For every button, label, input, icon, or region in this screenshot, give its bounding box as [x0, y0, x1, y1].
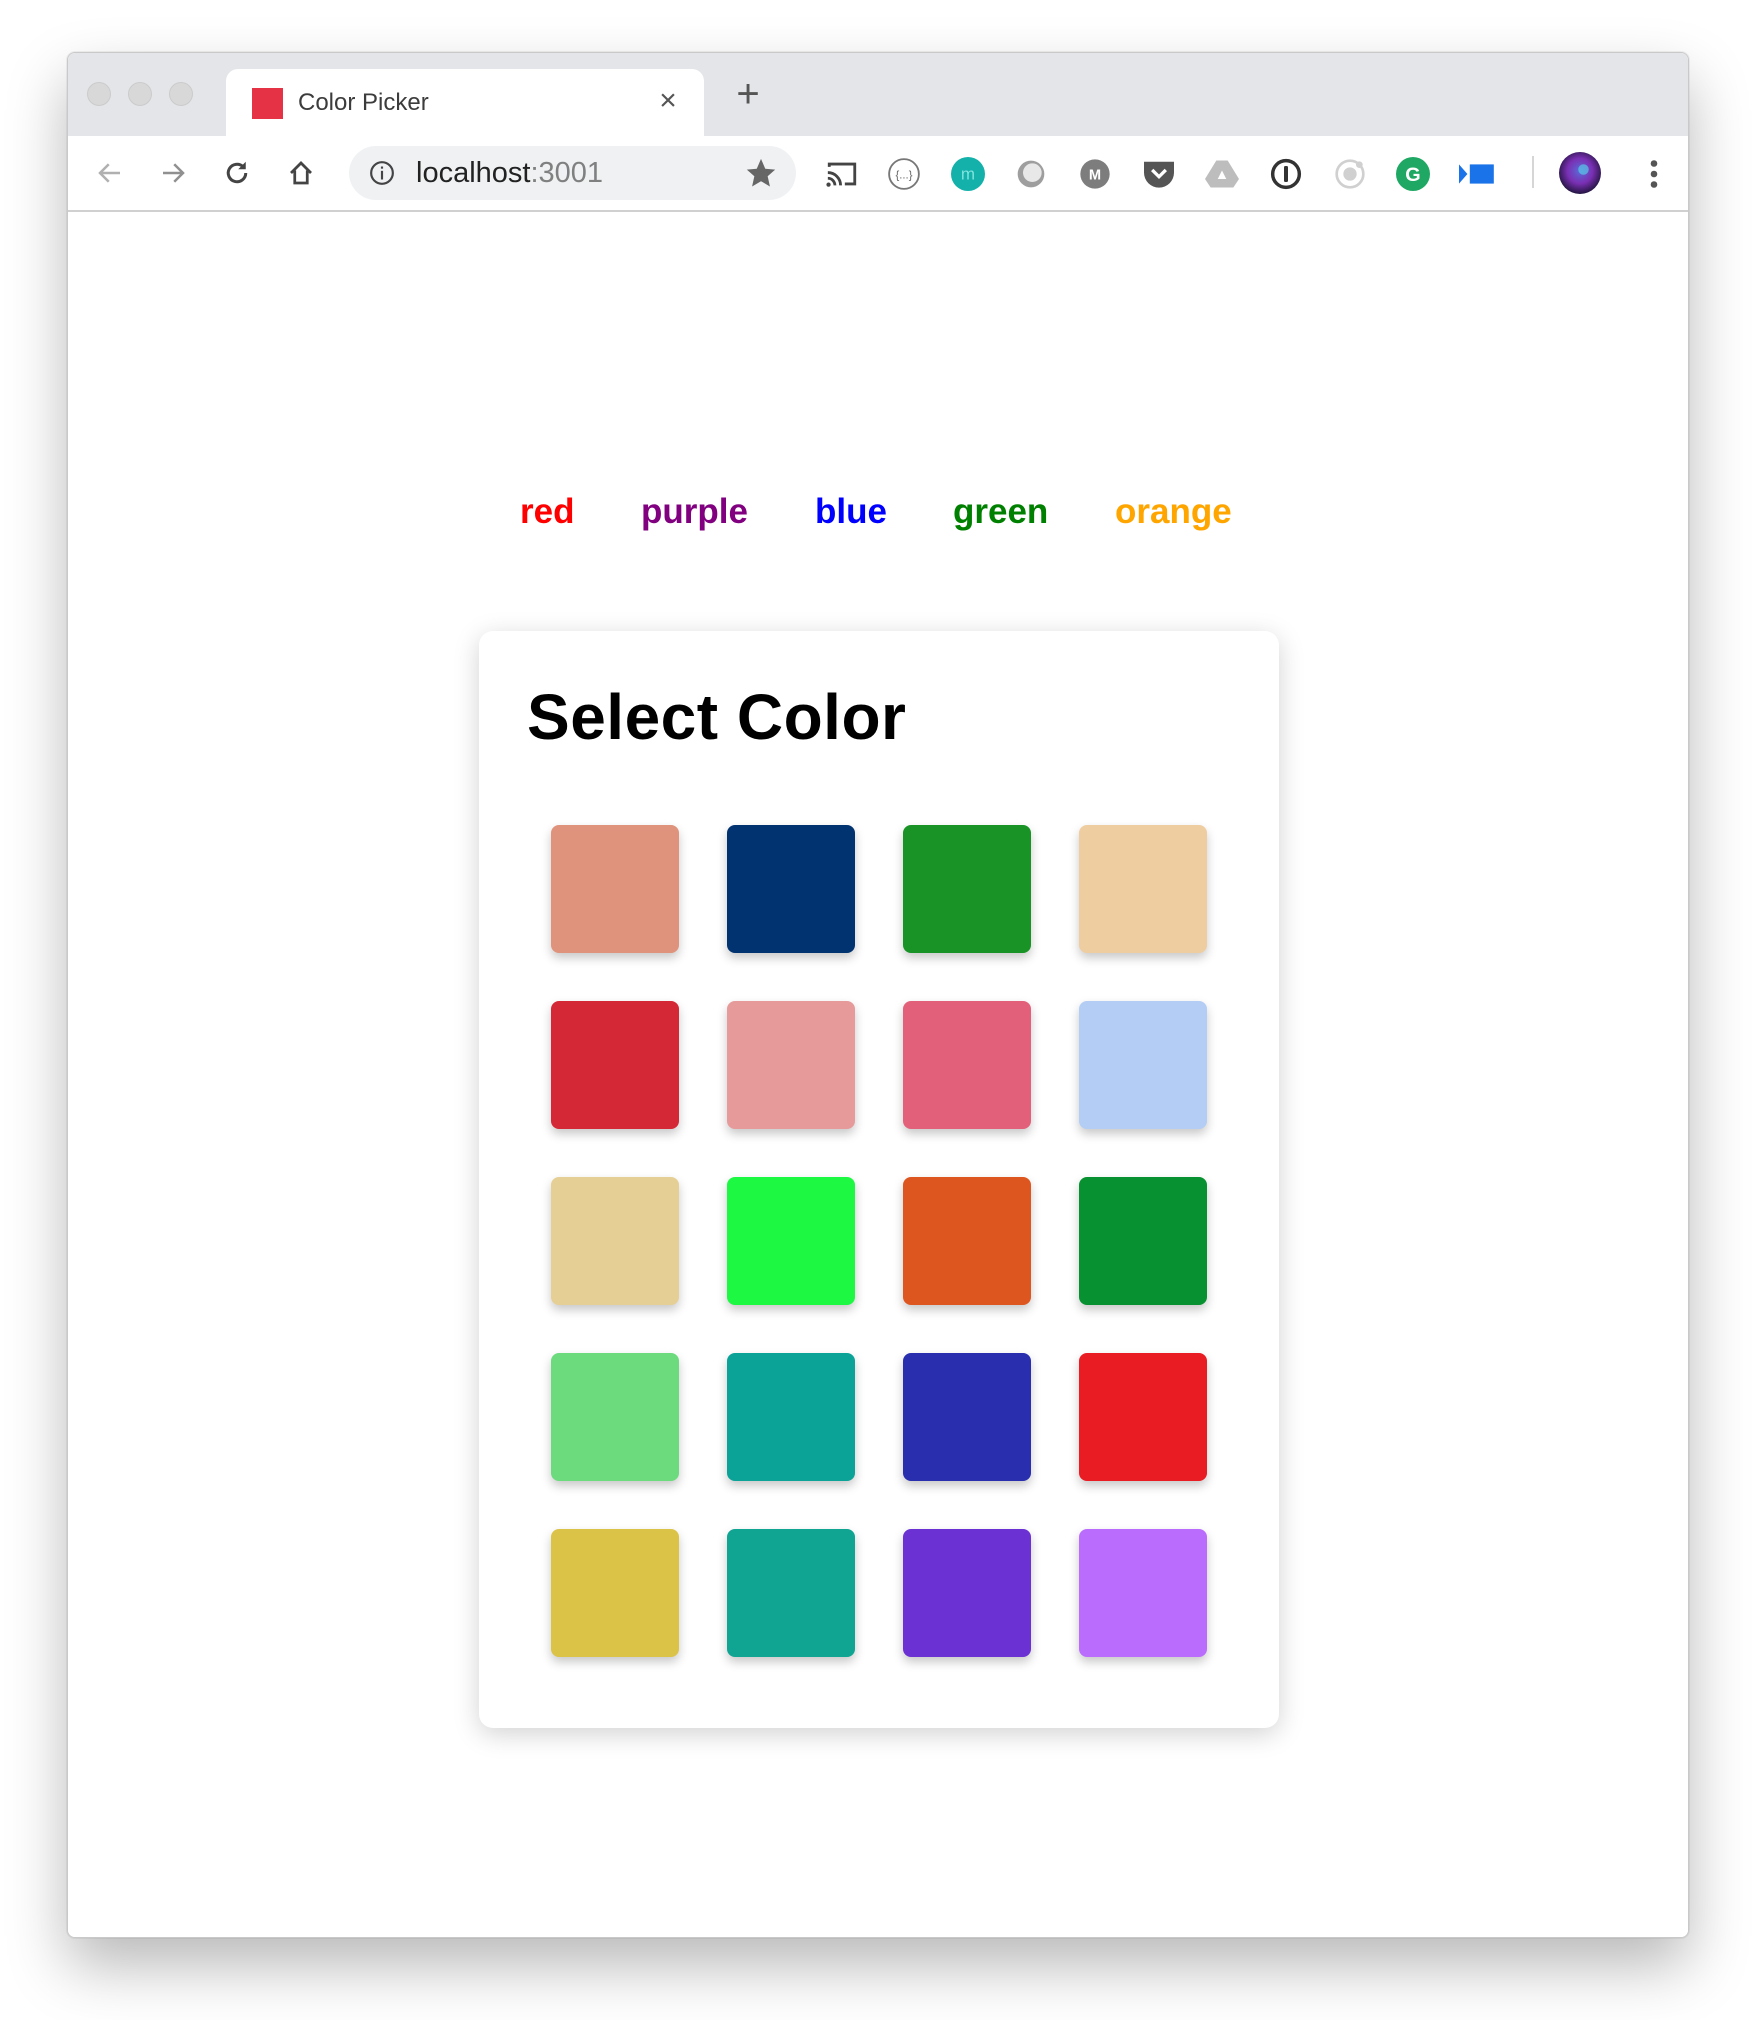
color-swatch[interactable] — [1079, 1529, 1207, 1657]
color-swatch[interactable] — [903, 1529, 1031, 1657]
color-swatch[interactable] — [727, 825, 855, 953]
favicon — [252, 88, 283, 119]
window-minimize-button[interactable] — [128, 82, 152, 106]
color-swatch[interactable] — [1079, 1177, 1207, 1305]
color-swatch[interactable] — [1079, 825, 1207, 953]
arrow-left-icon — [98, 163, 120, 183]
color-swatch[interactable] — [1079, 1001, 1207, 1129]
arrow-right-icon — [163, 163, 185, 183]
color-swatch[interactable] — [551, 1001, 679, 1129]
grammarly-icon[interactable]: G — [1395, 156, 1431, 192]
color-swatch[interactable] — [727, 1177, 855, 1305]
momentum-icon[interactable]: M — [1077, 156, 1113, 192]
screencast-icon[interactable] — [1459, 156, 1495, 192]
color-link-orange[interactable]: orange — [1115, 492, 1232, 532]
ionic-icon[interactable] — [1332, 156, 1368, 192]
browser-window: Color Picker × + localhost:3001 {...} m … — [67, 52, 1689, 1938]
bookmark-star-icon[interactable] — [744, 156, 778, 190]
forward-button[interactable] — [153, 153, 193, 193]
color-swatch[interactable] — [551, 825, 679, 953]
color-swatch[interactable] — [727, 1001, 855, 1129]
reload-icon — [226, 161, 248, 184]
home-icon — [290, 161, 312, 185]
site-info-icon[interactable] — [369, 160, 395, 186]
tab-color-picker[interactable]: Color Picker × — [226, 69, 704, 137]
back-button[interactable] — [90, 153, 130, 193]
color-swatch[interactable] — [903, 825, 1031, 953]
color-link-purple[interactable]: purple — [641, 492, 748, 532]
onepassword-icon[interactable] — [1268, 156, 1304, 192]
cast-icon[interactable] — [824, 156, 860, 192]
profile-avatar[interactable] — [1558, 151, 1602, 195]
window-zoom-button[interactable] — [169, 82, 193, 106]
color-swatch[interactable] — [1079, 1353, 1207, 1481]
google-drive-icon[interactable] — [1204, 156, 1240, 192]
toolbar-separator — [1532, 156, 1534, 188]
home-button[interactable] — [281, 153, 321, 193]
svg-text:{...}: {...} — [895, 169, 912, 181]
svg-text:G: G — [1405, 164, 1420, 186]
color-swatch[interactable] — [551, 1177, 679, 1305]
color-picker-card: Select Color — [479, 631, 1279, 1728]
color-link-green[interactable]: green — [953, 492, 1048, 532]
color-link-red[interactable]: red — [520, 492, 574, 532]
color-swatch[interactable] — [551, 1353, 679, 1481]
pocket-icon[interactable] — [1141, 156, 1177, 192]
url-port: :3001 — [530, 157, 604, 189]
tab-bar: Color Picker × + — [68, 53, 1688, 137]
card-title: Select Color — [527, 681, 907, 753]
window-close-button[interactable] — [87, 82, 111, 106]
extension-circle-icon[interactable] — [1013, 156, 1049, 192]
reload-button[interactable] — [217, 153, 257, 193]
address-bar[interactable]: localhost:3001 — [349, 146, 796, 200]
color-swatch[interactable] — [903, 1177, 1031, 1305]
svg-text:M: M — [1089, 167, 1101, 183]
tab-title: Color Picker — [298, 89, 429, 116]
url-text[interactable]: localhost:3001 — [416, 156, 603, 190]
color-swatch[interactable] — [903, 1001, 1031, 1129]
color-swatch[interactable] — [551, 1529, 679, 1657]
close-tab-icon[interactable]: × — [650, 83, 686, 119]
svg-text:m: m — [961, 165, 975, 184]
more-menu-icon[interactable] — [1636, 156, 1672, 192]
page-content: red purple blue green orange Select Colo… — [68, 212, 1688, 1937]
color-swatch[interactable] — [903, 1353, 1031, 1481]
new-tab-button[interactable]: + — [728, 74, 768, 115]
json-viewer-icon[interactable]: {...} — [886, 156, 922, 192]
url-host: localhost — [416, 157, 531, 189]
mercury-icon[interactable]: m — [950, 156, 986, 192]
color-swatch[interactable] — [727, 1353, 855, 1481]
browser-toolbar: localhost:3001 {...} m M G — [68, 136, 1688, 212]
color-swatch[interactable] — [727, 1529, 855, 1657]
color-link-blue[interactable]: blue — [815, 492, 887, 532]
